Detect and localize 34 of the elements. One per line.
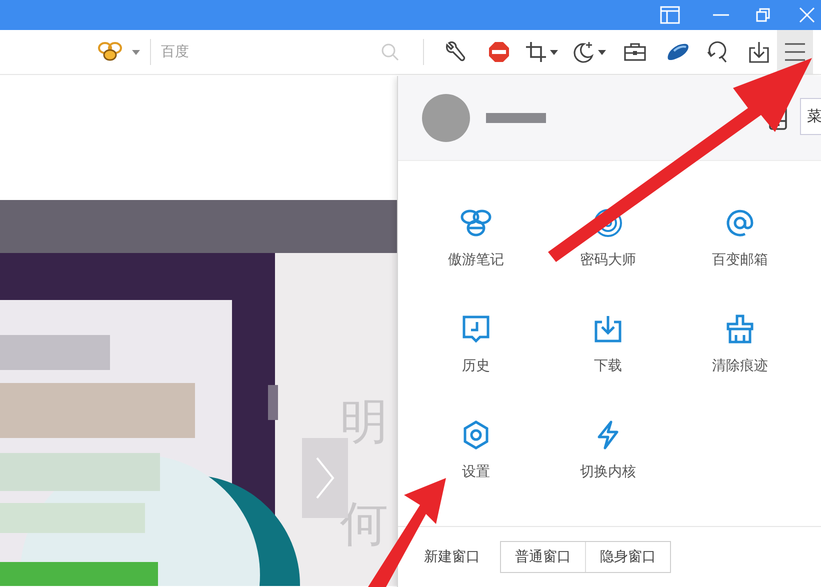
wrench-icon[interactable]	[444, 41, 466, 63]
menu-item[interactable]: 下载	[542, 297, 674, 403]
menu-item[interactable]: 历史	[410, 297, 542, 403]
close-icon[interactable]	[799, 7, 815, 23]
caret-icon[interactable]	[598, 50, 606, 54]
restore-icon[interactable]	[756, 8, 770, 22]
history-icon	[461, 314, 491, 344]
search-field[interactable]: 百度	[161, 44, 381, 60]
adblock-icon[interactable]	[488, 41, 510, 63]
download-icon	[593, 314, 623, 344]
tooltip: 菜	[800, 98, 821, 135]
chevron-right-icon	[315, 456, 335, 500]
caret-icon[interactable]	[550, 50, 558, 54]
settings-icon	[461, 420, 491, 450]
night-mode-icon[interactable]	[572, 41, 594, 63]
layout-icon[interactable]	[660, 6, 680, 24]
menu-item[interactable]: 百变邮箱	[674, 191, 806, 297]
at-sign-icon	[725, 208, 755, 238]
crop-icon[interactable]	[526, 42, 546, 62]
broom-icon	[725, 314, 755, 344]
new-window-label: 新建窗口	[424, 548, 480, 566]
download-icon[interactable]	[749, 41, 769, 63]
avatar[interactable]	[422, 94, 470, 142]
toolbox-icon[interactable]	[624, 43, 646, 61]
bee-logo-icon[interactable]	[98, 42, 122, 62]
menu-item[interactable]: 切换内核	[542, 403, 674, 509]
bee-icon	[460, 208, 492, 238]
mouse-icon[interactable]	[666, 43, 690, 61]
blurred-username	[486, 113, 546, 123]
menu-item[interactable]: 设置	[410, 403, 542, 509]
search-history-icon[interactable]	[707, 41, 729, 63]
menu-item[interactable]: 傲游笔记	[410, 191, 542, 297]
minimize-icon[interactable]	[713, 13, 729, 17]
menu-item[interactable]: 清除痕迹	[674, 297, 806, 403]
